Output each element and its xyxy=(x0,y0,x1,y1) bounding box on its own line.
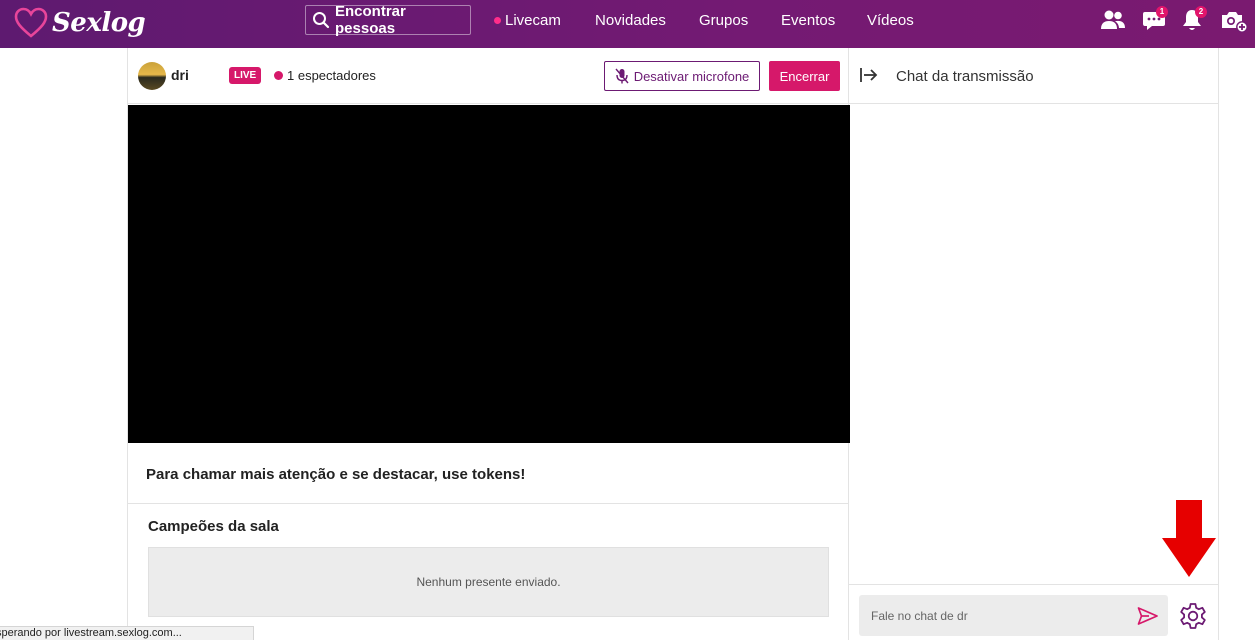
brand-logo[interactable]: Sexlog xyxy=(14,6,146,40)
nav-eventos[interactable]: Eventos xyxy=(781,0,835,40)
send-message-button[interactable] xyxy=(1137,606,1159,631)
send-icon xyxy=(1137,607,1158,625)
microphone-off-icon xyxy=(615,68,629,84)
chat-title: Chat da transmissão xyxy=(896,68,1034,85)
people-icon xyxy=(1101,10,1125,29)
chat-message-input[interactable] xyxy=(859,595,1168,636)
find-people-label: Encontrar pessoas xyxy=(335,3,406,37)
find-people-button[interactable]: Encontrar pessoas xyxy=(305,3,471,37)
top-navigation-bar: Sexlog Encontrar pessoas Livecam Novidad… xyxy=(0,0,1255,48)
video-player[interactable] xyxy=(128,105,850,443)
mute-microphone-label: Desativar microfone xyxy=(633,68,750,84)
chat-settings-button[interactable] xyxy=(1177,600,1209,637)
nav-grupos-label: Grupos xyxy=(699,11,749,29)
chat-footer-divider xyxy=(849,584,1218,585)
live-badge: LIVE xyxy=(229,67,262,84)
champions-empty-label: Nenhum presente enviado. xyxy=(416,575,561,589)
camera-plus-icon xyxy=(1222,12,1248,33)
status-text: sperando por livestream.sexlog.com... xyxy=(0,627,182,639)
divider xyxy=(128,503,849,504)
stream-column: dri LIVE 1 espectadores Desativar microf… xyxy=(127,48,850,640)
nav-grupos[interactable]: Grupos xyxy=(699,0,748,40)
gear-icon xyxy=(1180,603,1206,629)
viewer-count: 1 espectadores xyxy=(274,68,376,83)
nav-livecam-label: Livecam xyxy=(505,11,561,29)
friends-button[interactable] xyxy=(1100,8,1128,34)
streamer-username[interactable]: dri xyxy=(171,67,189,83)
nav-livecam[interactable]: Livecam xyxy=(494,0,561,40)
messages-button[interactable]: 1 xyxy=(1142,6,1170,34)
end-stream-button[interactable]: Encerrar xyxy=(769,61,840,91)
nav-videos[interactable]: Vídeos xyxy=(867,0,914,40)
nav-eventos-label: Eventos xyxy=(781,11,836,29)
messages-count-badge: 1 xyxy=(1156,6,1168,18)
collapse-chat-button[interactable] xyxy=(859,67,879,88)
champions-empty-state: Nenhum presente enviado. xyxy=(148,547,829,617)
camera-add-button[interactable] xyxy=(1220,8,1248,34)
nav-novidades-label: Novidades xyxy=(595,11,666,29)
nav-novidades[interactable]: Novidades xyxy=(595,0,666,40)
avatar[interactable] xyxy=(138,62,166,90)
annotation-arrow-icon xyxy=(1161,500,1217,583)
browser-status-bar: sperando por livestream.sexlog.com... xyxy=(0,626,254,640)
tokens-message: Para chamar mais atenção e se destacar, … xyxy=(146,466,526,483)
heart-logo-icon xyxy=(14,7,48,38)
viewer-dot-icon xyxy=(274,71,283,80)
arrow-right-bar-icon xyxy=(860,68,878,82)
notifications-count-badge: 2 xyxy=(1195,6,1207,18)
nav-videos-label: Vídeos xyxy=(867,11,914,29)
stream-header: dri LIVE 1 espectadores Desativar microf… xyxy=(128,48,849,104)
brand-name: Sexlog xyxy=(52,8,146,38)
champions-title: Campeões da sala xyxy=(148,518,279,535)
search-icon xyxy=(313,12,330,29)
notifications-button[interactable]: 2 xyxy=(1181,6,1209,34)
live-indicator-icon xyxy=(494,16,501,24)
viewer-count-label: 1 espectadores xyxy=(287,68,376,83)
chat-header: Chat da transmissão xyxy=(849,48,1218,104)
mute-microphone-button[interactable]: Desativar microfone xyxy=(604,61,760,91)
